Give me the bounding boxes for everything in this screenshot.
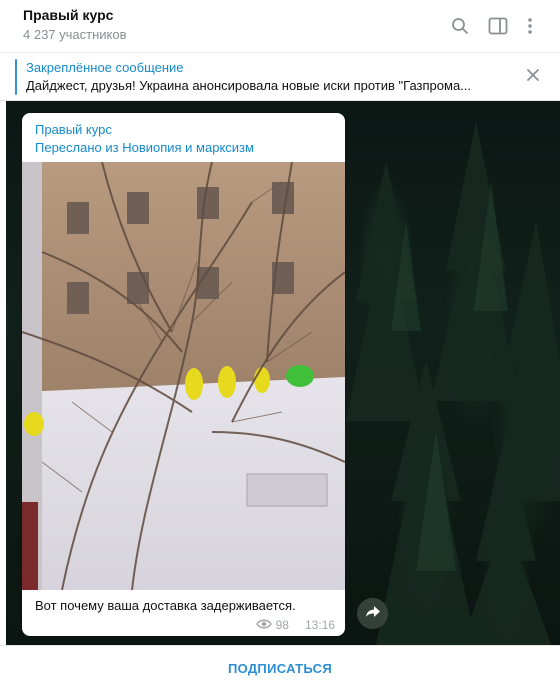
sidebar-toggle-icon[interactable]: [486, 14, 510, 38]
channel-title[interactable]: Правый курс: [23, 7, 113, 23]
chat-header: Правый курс 4 237 участников: [0, 0, 560, 53]
close-icon[interactable]: [526, 68, 540, 87]
message-caption: Вот почему ваша доставка задерживается.: [35, 598, 296, 613]
chat-footer: ПОДПИСАТЬСЯ: [0, 645, 560, 690]
search-icon[interactable]: [448, 14, 472, 38]
more-vertical-icon[interactable]: [518, 14, 542, 38]
pinned-message-bar[interactable]: Закреплённое сообщение Дайджест, друзья!…: [0, 53, 560, 101]
message-time: 13:16: [304, 618, 335, 632]
member-count: 4 237 участников: [23, 27, 127, 42]
message-photo[interactable]: [22, 162, 345, 590]
forwarded-from[interactable]: Переслано из Новиопия и марксизм: [35, 140, 254, 155]
view-count: 98: [275, 618, 289, 632]
pinned-accent-bar: [15, 59, 17, 95]
subscribe-button[interactable]: ПОДПИСАТЬСЯ: [0, 646, 560, 690]
share-button[interactable]: [357, 598, 388, 629]
message-meta: 98 13:16: [255, 618, 335, 632]
pinned-title: Закреплённое сообщение: [26, 60, 184, 75]
share-icon: [365, 605, 380, 623]
message-bubble: Правый курс Переслано из Новиопия и марк…: [22, 113, 345, 636]
chat-area[interactable]: Правый курс Переслано из Новиопия и марк…: [6, 101, 560, 645]
pinned-text: Дайджест, друзья! Украина анонсировала н…: [26, 78, 472, 93]
eye-icon: [255, 618, 272, 632]
message-author[interactable]: Правый курс: [35, 122, 112, 137]
